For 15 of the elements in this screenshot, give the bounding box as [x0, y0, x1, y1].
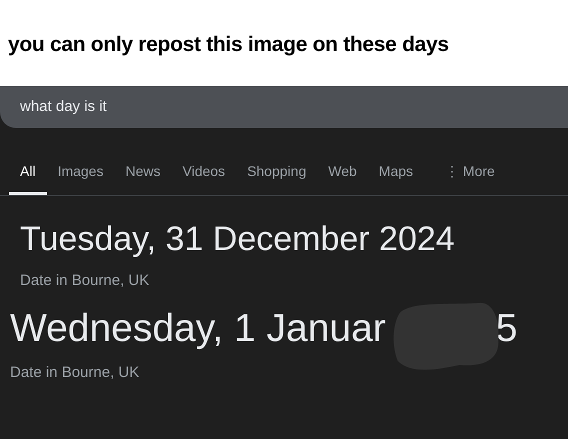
search-tab[interactable]: Web [317, 157, 368, 195]
date-location: Date in Bourne, UK [20, 271, 150, 291]
meme-caption: you can only repost this image on these days [8, 34, 449, 54]
search-tab[interactable]: All [9, 157, 47, 195]
date-location: Date in Bourne, UK [10, 362, 140, 382]
search-tab[interactable]: News [114, 157, 172, 195]
search-tab[interactable]: ⋮ More [434, 157, 506, 195]
search-tab[interactable]: Images [46, 157, 114, 195]
date-heading-fragment: 5 [496, 308, 518, 348]
search-tab[interactable]: Maps [368, 157, 424, 195]
search-field[interactable]: what day is it [0, 86, 568, 128]
search-tab[interactable]: Shopping [236, 157, 318, 195]
search-tab[interactable]: Videos [172, 157, 236, 195]
date-heading: Tuesday, 31 December 2024 [20, 222, 455, 256]
date-heading: Wednesday, 1 Januar [10, 308, 386, 348]
